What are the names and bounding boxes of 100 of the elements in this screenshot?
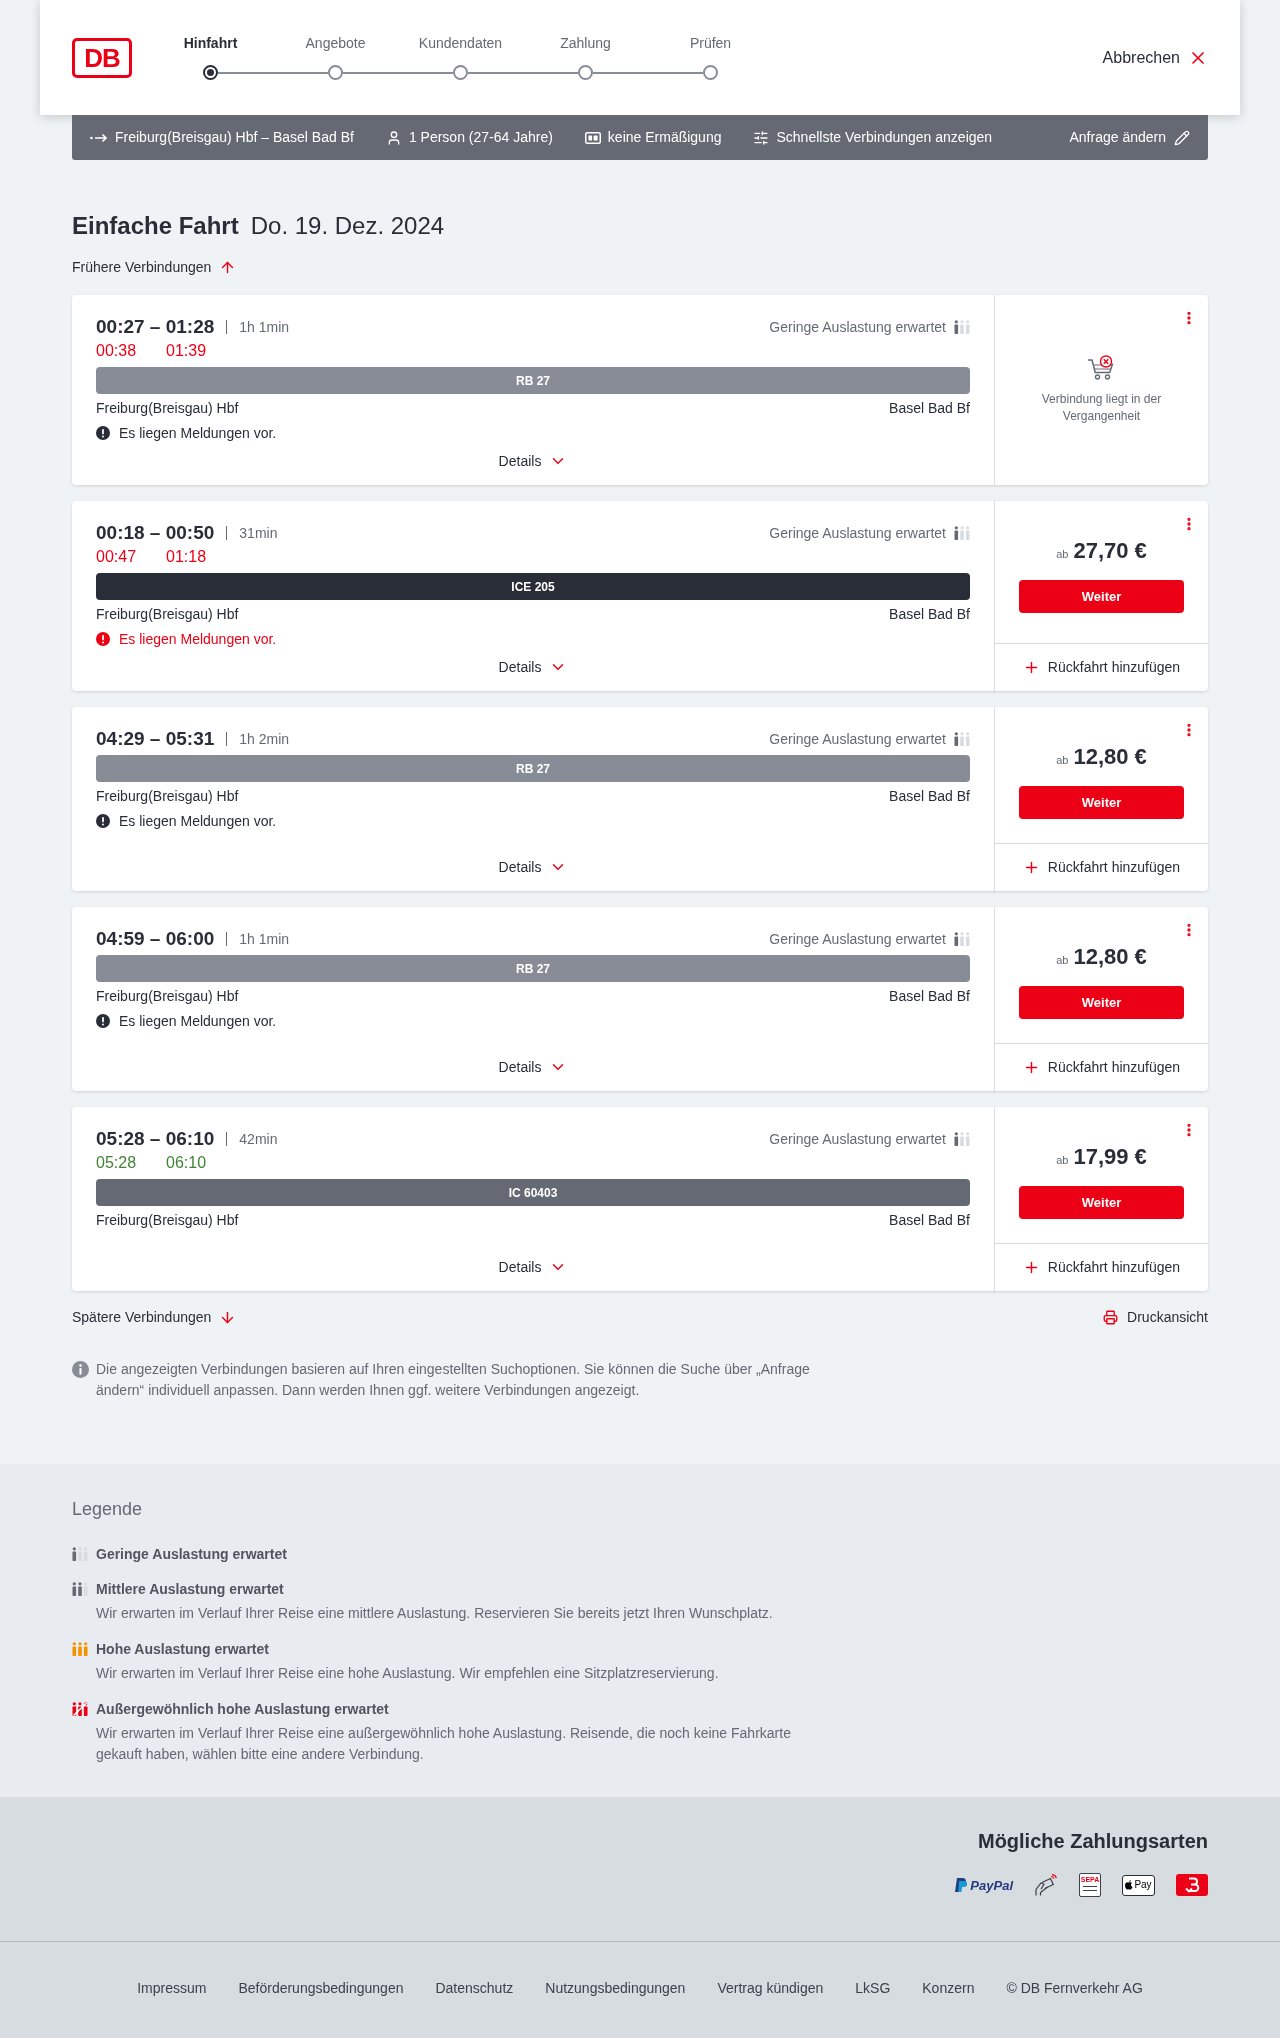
- people-icon: [954, 320, 970, 334]
- occupancy-text: Geringe Auslastung erwartet: [769, 317, 946, 337]
- arrival-station: Basel Bad Bf: [889, 1210, 970, 1230]
- price: 27,70 €: [1073, 537, 1147, 565]
- arrival-station: Basel Bad Bf: [889, 986, 970, 1006]
- price: 17,99 €: [1073, 1143, 1147, 1171]
- step-label: Angebote: [305, 34, 366, 53]
- db-logo: DB: [72, 37, 132, 78]
- price-prefix: ab: [1056, 1153, 1069, 1168]
- continue-button[interactable]: Weiter: [1019, 786, 1184, 819]
- add-return-trip-button[interactable]: Rückfahrt hinzufügen: [995, 643, 1208, 691]
- apple-pay-label: Pay: [1134, 1880, 1152, 1890]
- footer-link[interactable]: LkSG: [855, 1978, 891, 1998]
- continue-button[interactable]: Weiter: [1019, 1186, 1184, 1219]
- route-arrow-icon: [90, 132, 108, 143]
- footer-link[interactable]: Nutzungsbedingungen: [545, 1978, 686, 1998]
- travel-date: Do. 19. Dez. 2024: [250, 211, 445, 241]
- trip-type-title: Einfache Fahrt: [72, 211, 239, 241]
- notice-text: Es liegen Meldungen vor.: [119, 1011, 277, 1031]
- scheduled-times: 00:18 – 00:50: [96, 520, 215, 545]
- scheduled-times: 00:27 – 01:28: [96, 314, 215, 339]
- price-prefix: ab: [1056, 953, 1069, 968]
- arrival-station: Basel Bad Bf: [889, 604, 970, 624]
- pencil-icon: [1174, 129, 1190, 146]
- train-line-bar: IC 60403: [96, 1179, 970, 1206]
- occupancy-text: Geringe Auslastung erwartet: [769, 929, 946, 949]
- departure-station: Freiburg(Breisgau) Hbf: [96, 398, 239, 418]
- notice-text: Es liegen Meldungen vor.: [119, 423, 277, 443]
- past-connection-note: Verbindung liegt in der Vergangenheit: [1040, 391, 1163, 425]
- realtime-departure: 00:47: [96, 547, 137, 567]
- paypal-mark-icon: [955, 1878, 968, 1892]
- duration-text: 42min: [239, 1129, 278, 1149]
- realtime-arrival: 01:18: [166, 547, 207, 567]
- people-icon: [954, 526, 970, 540]
- footer-link[interactable]: Impressum: [137, 1978, 207, 1998]
- print-view-link[interactable]: Druckansicht: [1103, 1306, 1208, 1328]
- realtime-arrival: 01:39: [166, 341, 207, 361]
- arrival-station: Basel Bad Bf: [889, 786, 970, 806]
- footer-link[interactable]: Beförderungsbedingungen: [238, 1978, 404, 1998]
- step-label: Prüfen: [689, 34, 732, 53]
- people-icon: [954, 1132, 970, 1146]
- legend-title: Legende: [72, 1498, 144, 1521]
- add-return-trip-button[interactable]: Rückfahrt hinzufügen: [995, 1043, 1208, 1091]
- train-line-bar: ICE 205: [96, 573, 970, 600]
- duration-text: 31min: [239, 523, 278, 543]
- occupancy-text: Geringe Auslastung erwartet: [769, 1129, 946, 1149]
- details-toggle[interactable]: Details: [498, 1055, 568, 1079]
- legend-item-title: Hohe Auslastung erwartet: [96, 1640, 270, 1659]
- add-return-trip-button[interactable]: Rückfahrt hinzufügen: [995, 1243, 1208, 1291]
- footer-link[interactable]: Datenschutz: [435, 1978, 514, 1998]
- people-icon: [72, 1582, 88, 1596]
- price-prefix: ab: [1056, 753, 1069, 768]
- paypal-wordmark: PayPal: [970, 1878, 1013, 1892]
- info-icon: [72, 1361, 89, 1378]
- departure-station: Freiburg(Breisgau) Hbf: [96, 1210, 239, 1230]
- legend-item-description: Wir erwarten im Verlauf Ihrer Reise eine hohe Auslastung. Wir empfehlen eine Sitzplatzreservierung.: [96, 1664, 720, 1683]
- departure-station: Freiburg(Breisgau) Hbf: [96, 786, 239, 806]
- sliders-icon: [753, 129, 770, 146]
- step-label: Kundendaten: [418, 34, 503, 53]
- cancel-button[interactable]: Abbrechen: [1102, 45, 1208, 70]
- people-icon: [72, 1547, 88, 1561]
- edit-search-button[interactable]: Anfrage ändern: [1069, 127, 1190, 148]
- details-toggle[interactable]: Details: [498, 1255, 568, 1279]
- people-icon: [72, 1642, 88, 1656]
- printer-icon: [1103, 1309, 1119, 1325]
- later-connections-link[interactable]: Spätere Verbindungen: [72, 1306, 237, 1328]
- train-line-bar: RB 27: [96, 367, 970, 394]
- copyright-text: © DB Fernverkehr AG: [1006, 1979, 1143, 1998]
- payment-methods-title: Mögliche Zahlungsarten: [977, 1829, 1208, 1854]
- add-return-trip-button[interactable]: Rückfahrt hinzufügen: [995, 843, 1208, 891]
- legend-item-title: Mittlere Auslastung erwartet: [96, 1580, 285, 1599]
- details-toggle[interactable]: Details: [498, 855, 568, 879]
- duration-text: 1h 1min: [239, 317, 290, 337]
- footer-link[interactable]: Vertrag kündigen: [717, 1978, 824, 1998]
- payment-tile-logo-icon: [1176, 1874, 1208, 1896]
- details-toggle[interactable]: Details: [498, 655, 568, 679]
- details-toggle[interactable]: Details: [498, 449, 568, 473]
- price-prefix: ab: [1056, 547, 1069, 562]
- sort-option-link[interactable]: Schnellste Verbindungen anzeigen: [776, 127, 993, 148]
- price: 12,80 €: [1073, 943, 1147, 971]
- realtime-arrival: 06:10: [166, 1153, 207, 1173]
- notice-text: Es liegen Meldungen vor.: [119, 629, 277, 649]
- earlier-connections-link[interactable]: Frühere Verbindungen: [72, 255, 237, 279]
- people-icon: [954, 732, 970, 746]
- continue-button[interactable]: Weiter: [1019, 580, 1184, 613]
- duration-text: 1h 2min: [239, 729, 290, 749]
- departure-station: Freiburg(Breisgau) Hbf: [96, 604, 239, 624]
- continue-button[interactable]: Weiter: [1019, 986, 1184, 1019]
- step-label: Zahlung: [560, 34, 611, 53]
- scheduled-times: 05:28 – 06:10: [96, 1126, 215, 1151]
- legend-item-description: Wir erwarten im Verlauf Ihrer Reise eine außergewöhnlich hohe Auslastung. Reisende, die noch keine Fahrkarte gekauft haben, wählen bitte eine andere Verbindung.: [96, 1724, 792, 1764]
- notice-text: Es liegen Meldungen vor.: [119, 811, 277, 831]
- people-icon: [72, 1702, 88, 1716]
- hand-card-icon: [1034, 1874, 1058, 1896]
- info-note: Die angezeigten Verbindungen basieren auf Ihren eingestellten Suchoptionen. Sie können die Suche über „Anfrage ändern“ individuell anpassen. Dann werden Ihnen ggf. weitere Verbindungen angezeigt.: [96, 1360, 811, 1400]
- realtime-departure: 00:38: [96, 341, 137, 361]
- footer-link[interactable]: Konzern: [922, 1978, 975, 1998]
- train-line-bar: RB 27: [96, 755, 970, 782]
- occupancy-text: Geringe Auslastung erwartet: [769, 729, 946, 749]
- card-icon: [584, 131, 601, 144]
